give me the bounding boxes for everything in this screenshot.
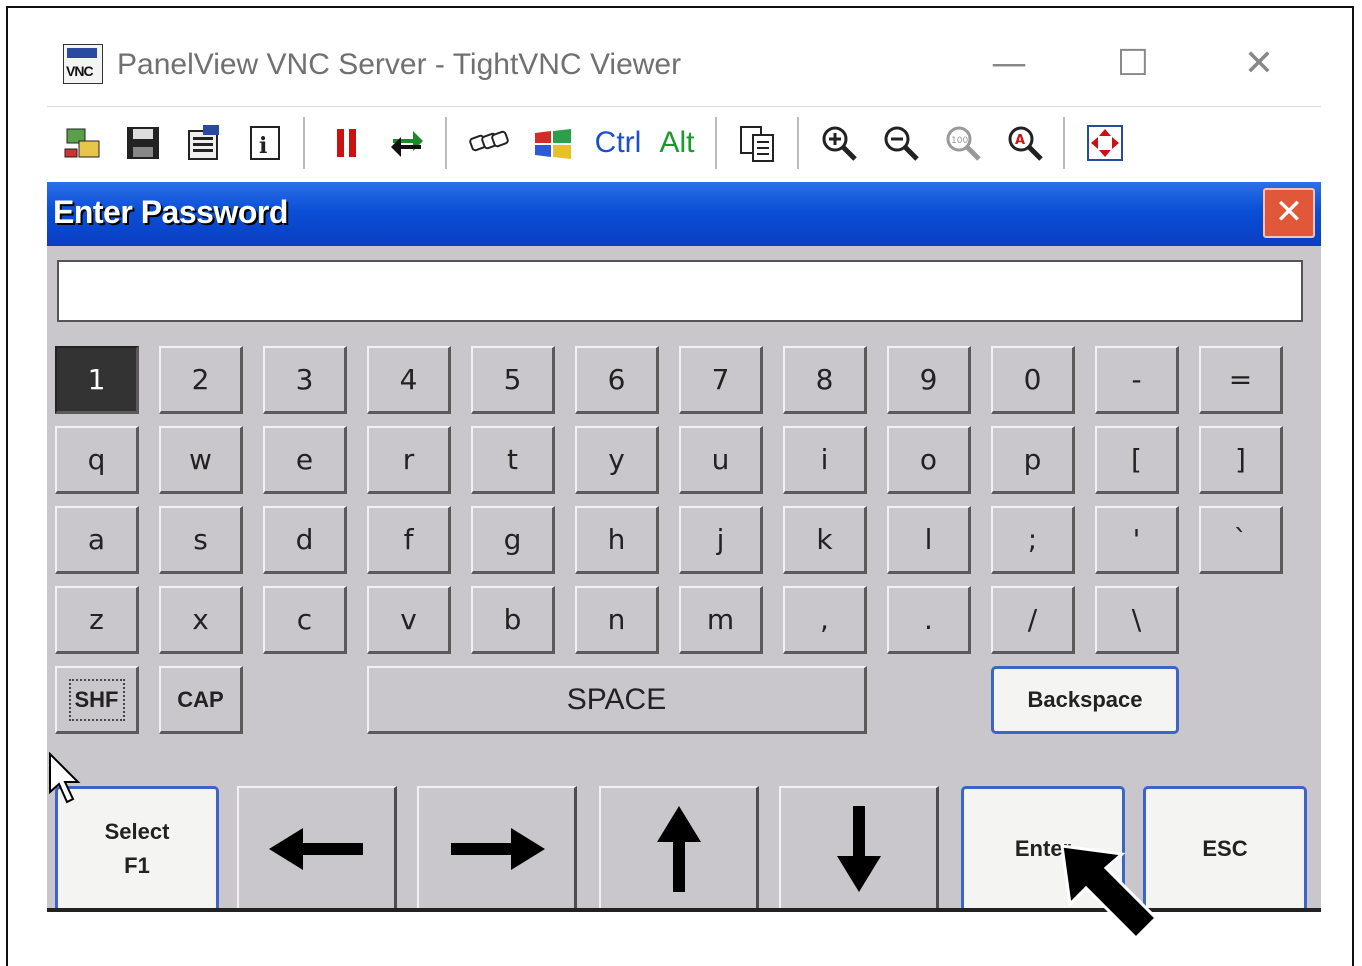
key-r[interactable]: r bbox=[367, 426, 451, 494]
key-x[interactable]: x bbox=[159, 586, 243, 654]
key-backtick[interactable]: ` bbox=[1199, 506, 1283, 574]
key-comma[interactable]: , bbox=[783, 586, 867, 654]
save-icon[interactable] bbox=[121, 121, 165, 165]
right-arrow-key[interactable] bbox=[417, 786, 577, 912]
key-c[interactable]: c bbox=[263, 586, 347, 654]
svg-text:i: i bbox=[259, 133, 267, 159]
key-u[interactable]: u bbox=[679, 426, 763, 494]
remote-screen: Enter Password ✕ 1 2 3 4 5 6 7 8 9 0 - =… bbox=[47, 182, 1321, 912]
zoom-in-icon[interactable] bbox=[817, 121, 861, 165]
caps-lock-key[interactable]: CAP bbox=[159, 666, 243, 734]
clipboard-icon[interactable] bbox=[735, 121, 779, 165]
key-3[interactable]: 3 bbox=[263, 346, 347, 414]
zoom-auto-icon[interactable]: A bbox=[1003, 121, 1047, 165]
down-arrow-icon bbox=[836, 805, 881, 892]
pause-icon[interactable] bbox=[325, 121, 369, 165]
key-m[interactable]: m bbox=[679, 586, 763, 654]
zoom-out-icon[interactable] bbox=[879, 121, 923, 165]
key-6[interactable]: 6 bbox=[575, 346, 659, 414]
key-a[interactable]: a bbox=[55, 506, 139, 574]
key-g[interactable]: g bbox=[471, 506, 555, 574]
key-5[interactable]: 5 bbox=[471, 346, 555, 414]
full-screen-icon[interactable] bbox=[1083, 121, 1127, 165]
up-arrow-key[interactable] bbox=[599, 786, 759, 912]
vnc-app-icon: VNC bbox=[63, 44, 103, 84]
key-semicolon[interactable]: ; bbox=[991, 506, 1075, 574]
key-2[interactable]: 2 bbox=[159, 346, 243, 414]
key-7[interactable]: 7 bbox=[679, 346, 763, 414]
svg-text:100: 100 bbox=[951, 136, 968, 146]
key-n[interactable]: n bbox=[575, 586, 659, 654]
key-period[interactable]: . bbox=[887, 586, 971, 654]
dialog-title: Enter Password bbox=[53, 194, 288, 230]
key-minus[interactable]: - bbox=[1095, 346, 1179, 414]
toolbar: i Ctrl Alt 100 A bbox=[47, 106, 1321, 183]
key-j[interactable]: j bbox=[679, 506, 763, 574]
ctrl-key-toggle[interactable]: Ctrl bbox=[593, 121, 643, 165]
key-z[interactable]: z bbox=[55, 586, 139, 654]
key-f[interactable]: f bbox=[367, 506, 451, 574]
key-4[interactable]: 4 bbox=[367, 346, 451, 414]
key-l[interactable]: l bbox=[887, 506, 971, 574]
key-t[interactable]: t bbox=[471, 426, 555, 494]
window-title: PanelView VNC Server - TightVNC Viewer bbox=[117, 48, 682, 81]
key-v[interactable]: v bbox=[367, 586, 451, 654]
right-arrow-icon bbox=[450, 827, 545, 870]
key-d[interactable]: d bbox=[263, 506, 347, 574]
annotation-arrow-icon bbox=[1060, 844, 1159, 941]
shift-key[interactable]: SHF bbox=[55, 666, 139, 734]
svg-text:A: A bbox=[1015, 133, 1025, 148]
vnc-viewer-window: VNC PanelView VNC Server - TightVNC View… bbox=[47, 28, 1321, 912]
left-arrow-icon bbox=[268, 827, 363, 870]
key-equals[interactable]: = bbox=[1199, 346, 1283, 414]
esc-key[interactable]: ESC bbox=[1143, 786, 1307, 912]
key-y[interactable]: y bbox=[575, 426, 659, 494]
window-title-bar: VNC PanelView VNC Server - TightVNC View… bbox=[47, 28, 1321, 106]
key-e[interactable]: e bbox=[263, 426, 347, 494]
shift-key-label: SHF bbox=[68, 678, 125, 721]
key-8[interactable]: 8 bbox=[783, 346, 867, 414]
key-q[interactable]: q bbox=[55, 426, 139, 494]
key-s[interactable]: s bbox=[159, 506, 243, 574]
refresh-icon[interactable] bbox=[385, 121, 429, 165]
mouse-pointer-icon bbox=[49, 752, 81, 804]
ctrl-alt-del-icon[interactable] bbox=[467, 121, 511, 165]
backspace-key[interactable]: Backspace bbox=[991, 666, 1179, 734]
key-i[interactable]: i bbox=[783, 426, 867, 494]
key-right-bracket[interactable]: ] bbox=[1199, 426, 1283, 494]
down-arrow-key[interactable] bbox=[779, 786, 939, 912]
key-k[interactable]: k bbox=[783, 506, 867, 574]
select-f1-line1: Select bbox=[104, 819, 170, 844]
key-h[interactable]: h bbox=[575, 506, 659, 574]
key-apostrophe[interactable]: ' bbox=[1095, 506, 1179, 574]
password-input[interactable] bbox=[57, 260, 1303, 322]
up-arrow-icon bbox=[656, 805, 701, 892]
info-icon[interactable]: i bbox=[243, 121, 287, 165]
left-arrow-key[interactable] bbox=[237, 786, 397, 912]
key-o[interactable]: o bbox=[887, 426, 971, 494]
key-b[interactable]: b bbox=[471, 586, 555, 654]
options-icon[interactable] bbox=[181, 121, 225, 165]
key-1[interactable]: 1 bbox=[55, 346, 139, 414]
key-9[interactable]: 9 bbox=[887, 346, 971, 414]
minimize-icon[interactable]: — bbox=[987, 42, 1031, 86]
key-w[interactable]: w bbox=[159, 426, 243, 494]
key-0[interactable]: 0 bbox=[991, 346, 1075, 414]
windows-start-icon[interactable] bbox=[531, 121, 575, 165]
new-connection-icon[interactable] bbox=[61, 121, 105, 165]
close-window-icon[interactable]: ✕ bbox=[1237, 42, 1281, 86]
dialog-close-button[interactable]: ✕ bbox=[1263, 188, 1315, 238]
key-backslash[interactable]: \ bbox=[1095, 586, 1179, 654]
zoom-100-icon[interactable]: 100 bbox=[941, 121, 985, 165]
space-key[interactable]: SPACE bbox=[367, 666, 867, 734]
key-left-bracket[interactable]: [ bbox=[1095, 426, 1179, 494]
dialog-title-bar: Enter Password ✕ bbox=[47, 182, 1321, 246]
select-f1-line2: F1 bbox=[124, 853, 150, 878]
key-p[interactable]: p bbox=[991, 426, 1075, 494]
key-slash[interactable]: / bbox=[991, 586, 1075, 654]
alt-key-toggle[interactable]: Alt bbox=[655, 121, 699, 165]
maximize-icon[interactable]: ☐ bbox=[1111, 42, 1155, 86]
